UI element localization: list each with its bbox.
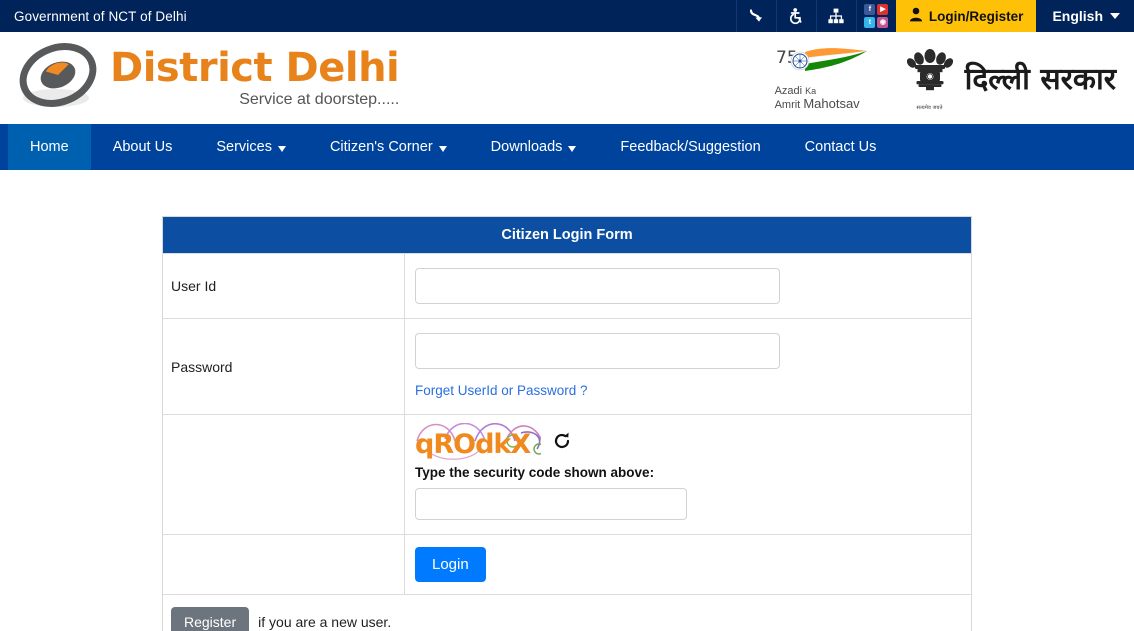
nav-item-downloads[interactable]: Downloads bbox=[469, 124, 599, 170]
amrit-line-2b: Mahotsav bbox=[803, 96, 860, 112]
nav-label: Home bbox=[30, 139, 69, 155]
amrit-line-1: Azadi bbox=[774, 84, 803, 97]
user-id-input[interactable] bbox=[415, 268, 780, 304]
amrit-mahotsav-label: Azadi Ka Amrit Mahotsav bbox=[775, 85, 860, 113]
login-button[interactable]: Login bbox=[415, 547, 486, 582]
captcha-code-text: qROdkX bbox=[415, 429, 531, 460]
nav-item-about-us[interactable]: About Us bbox=[91, 124, 195, 170]
emblem-caption: सत्यमेव जयते bbox=[916, 104, 943, 111]
delhi-government-name: दिल्ली सरकार bbox=[964, 62, 1116, 98]
district-delhi-swoosh-icon bbox=[14, 42, 106, 114]
main-content: Citizen Login Form User Id Password Forg… bbox=[0, 170, 1134, 631]
register-note: if you are a new user. bbox=[258, 614, 392, 630]
nav-label: Citizen's Corner bbox=[329, 139, 433, 155]
amrit-mahotsav-flag-icon: 75 bbox=[775, 44, 871, 84]
login-empty-label bbox=[163, 535, 405, 594]
login-register-label: Login/Register bbox=[928, 8, 1024, 24]
nav-item-services[interactable]: Services bbox=[194, 124, 308, 170]
citizen-login-form: Citizen Login Form User Id Password Forg… bbox=[162, 216, 972, 631]
chevron-down-icon bbox=[277, 145, 286, 152]
captcha-input[interactable] bbox=[415, 488, 687, 520]
header-right-logos: 75 Azadi Ka Amrit Mahotsav सत्यमेव जयते … bbox=[775, 44, 1116, 113]
register-button[interactable]: Register bbox=[171, 607, 250, 631]
nav-item-contact-us[interactable]: Contact Us bbox=[783, 124, 899, 170]
brand-tagline: Service at doorstep..... bbox=[239, 91, 400, 108]
language-selector[interactable]: English bbox=[1036, 0, 1134, 32]
nav-label: Services bbox=[216, 139, 272, 155]
twitter-icon[interactable]: t bbox=[864, 17, 876, 28]
nav-label: Feedback/Suggestion bbox=[620, 139, 761, 155]
azadi-ka-amrit-mahotsav-logo: 75 Azadi Ka Amrit Mahotsav bbox=[775, 44, 871, 113]
captcha-line: qROdkX bbox=[415, 423, 971, 463]
user-id-label: User Id bbox=[163, 254, 405, 318]
captcha-prompt: Type the security code shown above: bbox=[415, 465, 655, 480]
captcha-image: qROdkX bbox=[415, 423, 541, 463]
chevron-down-icon bbox=[438, 145, 447, 152]
amrit-line-2: Amrit bbox=[774, 99, 801, 112]
login-register-button[interactable]: Login/Register bbox=[895, 0, 1037, 32]
forgot-password-link[interactable]: Forget UserId or Password ? bbox=[415, 383, 588, 398]
refresh-icon bbox=[552, 431, 572, 456]
form-title: Citizen Login Form bbox=[163, 217, 971, 253]
password-field-cell: Forget UserId or Password ? bbox=[405, 319, 971, 414]
captcha-field-cell: qROdkX Type the security code shown abov… bbox=[405, 415, 971, 534]
nav-label: Downloads bbox=[490, 139, 563, 155]
nav-label: Contact Us bbox=[804, 139, 877, 155]
chevron-down-icon bbox=[1110, 13, 1120, 19]
instagram-icon[interactable]: ◉ bbox=[877, 17, 889, 28]
nav-item-feedback-suggestion[interactable]: Feedback/Suggestion bbox=[598, 124, 782, 170]
government-title: Government of NCT of Delhi bbox=[14, 8, 187, 24]
captcha-empty-label bbox=[163, 415, 405, 534]
user-id-field-cell bbox=[405, 254, 971, 318]
register-row: Register if you are a new user. bbox=[163, 594, 971, 631]
sitemap-button[interactable] bbox=[815, 0, 856, 32]
amrit-line-1b: Ka bbox=[805, 85, 817, 96]
skip-to-main-content-icon bbox=[747, 7, 765, 25]
refresh-captcha-button[interactable] bbox=[551, 432, 573, 454]
facebook-icon[interactable]: f bbox=[864, 4, 876, 15]
password-row: Password Forget UserId or Password ? bbox=[163, 318, 971, 414]
nav-item-home[interactable]: Home bbox=[8, 124, 91, 170]
accessibility-button[interactable] bbox=[775, 0, 816, 32]
login-button-row: Login bbox=[163, 534, 971, 594]
emblem-wrapper: सत्यमेव जयते bbox=[906, 45, 953, 111]
delhi-government-logo: सत्यमेव जयते दिल्ली सरकार bbox=[906, 45, 1116, 111]
captcha-row: qROdkX Type the security code shown abov… bbox=[163, 414, 971, 534]
chevron-down-icon bbox=[568, 145, 577, 152]
nav-item-citizens-corner[interactable]: Citizen's Corner bbox=[308, 124, 469, 170]
brand-name: District Delhi bbox=[110, 45, 400, 91]
topbar-tools: f ▶ t ◉ Login/Register English bbox=[735, 0, 1134, 32]
social-media-button[interactable]: f ▶ t ◉ bbox=[855, 0, 896, 32]
accessibility-icon bbox=[787, 7, 805, 25]
main-navigation: Home About Us Services Citizen's Corner … bbox=[0, 124, 1134, 170]
user-icon bbox=[909, 7, 923, 25]
social-media-icon: f ▶ t ◉ bbox=[864, 4, 889, 28]
site-header: District Delhi Service at doorstep..... … bbox=[0, 32, 1134, 124]
youtube-icon[interactable]: ▶ bbox=[877, 4, 889, 15]
user-id-row: User Id bbox=[163, 253, 971, 318]
password-label: Password bbox=[163, 319, 405, 414]
sitemap-icon bbox=[827, 7, 845, 25]
login-button-cell: Login bbox=[405, 535, 971, 594]
ashoka-emblem-icon bbox=[906, 45, 953, 104]
password-input[interactable] bbox=[415, 333, 780, 369]
language-label: English bbox=[1052, 8, 1103, 24]
skip-to-main-content-button[interactable] bbox=[735, 0, 776, 32]
top-utility-bar: Government of NCT of Delhi f ▶ t ◉ Login… bbox=[0, 0, 1134, 32]
nav-label: About Us bbox=[112, 139, 173, 155]
site-logo[interactable]: District Delhi Service at doorstep..... bbox=[14, 42, 400, 114]
